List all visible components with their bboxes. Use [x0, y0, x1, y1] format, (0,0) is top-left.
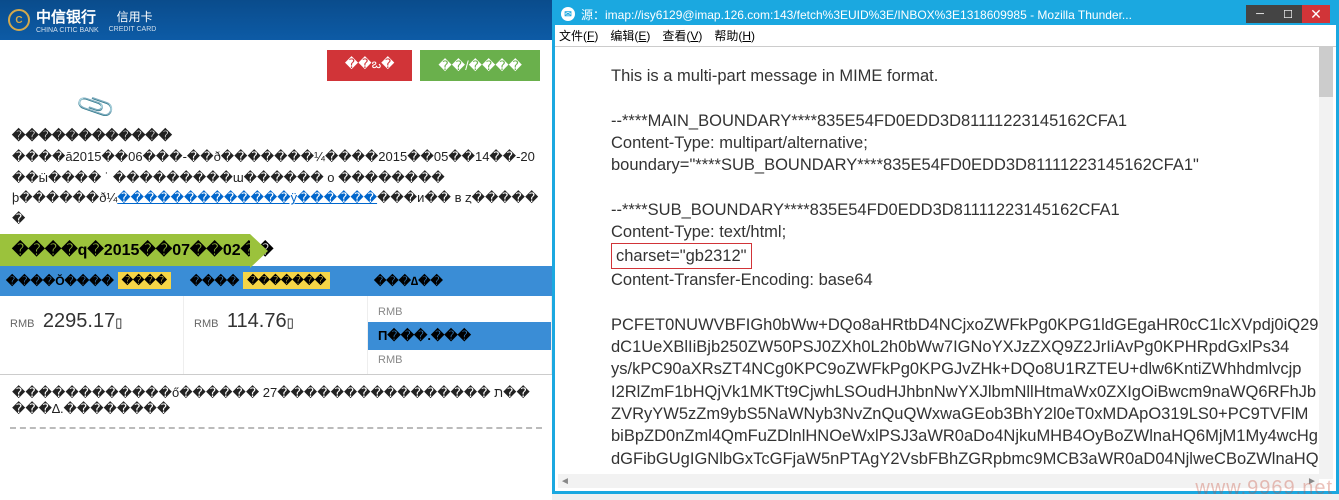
green-button[interactable]: ��/���� — [420, 50, 540, 81]
source-line: charset="gb2312" — [611, 243, 1280, 269]
col-label: ����Ŏ���� — [6, 274, 114, 288]
source-line: boundary="****SUB_BOUNDARY****835E54FD0E… — [611, 154, 1280, 176]
bank-statement-panel: C 中信银行 CHINA CITIC BANK 信用卡 CREDIT CARD … — [0, 0, 552, 500]
garbled-line: ����ā2015��06���-��ð�������¼����2015��05… — [12, 147, 540, 168]
source-line: --****MAIN_BOUNDARY****835E54FD0EDD3D811… — [611, 110, 1280, 132]
bank-name-en: CHINA CITIC BANK — [36, 27, 99, 34]
menu-bar: 文件(F) 编辑(E) 查看(V) 帮助(H) — [555, 25, 1336, 47]
source-line: This is a multi-part message in MIME for… — [611, 65, 1280, 87]
garbled-line: þ������ð¼�������������ÿ���������и�� в ȥ�… — [12, 188, 540, 230]
title-bar[interactable]: ✉ 源：imap://isy6129@imap.126.com:143/fetc… — [555, 3, 1336, 25]
source-line: dGFibGUgIGNlbGxTcGFjaW5nPTAgY2VsbFBhZGRp… — [611, 448, 1280, 470]
footer-garbled: ������������ő������ ת ����������������27… — [0, 374, 552, 427]
vertical-scrollbar[interactable] — [1319, 47, 1333, 479]
scroll-left-icon[interactable]: ◄ — [558, 474, 572, 488]
blue-strip: Π���.��� — [368, 322, 551, 350]
window-title: 源：imap://isy6129@imap.126.com:143/fetch%… — [581, 6, 1246, 23]
dotted-divider — [10, 427, 542, 429]
currency-label: RMB — [10, 318, 34, 330]
garbled-text-block: ������������ ����ā2015��06���-��ð�������… — [0, 122, 552, 234]
source-line: Content-Transfer-Encoding: base64 — [611, 269, 1280, 291]
source-line: dC1UeXBlIiBjb250ZW50PSJ0ZXh0L2h0bWw7IGNo… — [611, 336, 1280, 358]
currency-label: RMB — [378, 354, 541, 366]
source-line: biBpZD0nZml4QmFuZDlnlHNOeWxlPSJ3aWR0aDo4… — [611, 425, 1280, 447]
logo-icon: C — [8, 9, 30, 31]
currency-label: RMB — [194, 318, 218, 330]
paperclip-icon: 📎 — [74, 85, 118, 128]
title-prefix: 源： — [581, 8, 605, 22]
source-line: --****SUB_BOUNDARY****835E54FD0EDD3D8111… — [611, 199, 1280, 221]
watermark: www.9969.net — [1195, 477, 1333, 500]
source-line: I2RlZmF1bHQjVk1MKTt9Cjwh‍L‍SOudHJhbnNwYX… — [611, 381, 1280, 403]
bank-header: C 中信银行 CHINA CITIC BANK 信用卡 CREDIT CARD — [0, 0, 552, 40]
garbled-text: þ������ð¼ — [12, 190, 117, 205]
currency-label: RMB — [378, 306, 541, 318]
green-date-banner: ����q�2015��07��02�� — [0, 234, 250, 266]
values-row: RMB 2295.17▯ RMB 114.76▯ RMB Π���.��� RM… — [0, 296, 552, 374]
amount-value: 114.76 — [227, 310, 287, 332]
source-line: Content-Type: multipart/alternative; — [611, 132, 1280, 154]
col-header-3: ���∆�� — [368, 266, 552, 296]
yellow-tag: ������� — [243, 272, 330, 289]
window-controls: ─ ☐ ✕ — [1246, 5, 1330, 23]
email-source-text[interactable]: This is a multi-part message in MIME for… — [555, 47, 1336, 485]
amount-value: 2295.17 — [43, 310, 115, 332]
source-line: PCFET0NUWVBFIGh0bWw+DQo8aHRtbD4NCjxoZWFk… — [611, 314, 1280, 336]
source-line: Content-Type: text/html; — [611, 221, 1280, 243]
charset-highlight: charset="gb2312" — [611, 243, 752, 269]
action-buttons: ��ఒ� ��/���� — [0, 40, 552, 91]
title-url: imap://isy6129@imap.126.com:143/fetch%3E… — [605, 8, 1132, 22]
menu-edit[interactable]: 编辑(E) — [610, 27, 650, 44]
source-line: ZVRyYW5zZm9ybS5NaWNyb3NvZnQuQWxwaGEob3Bh… — [611, 403, 1280, 425]
maximize-button[interactable]: ☐ — [1274, 5, 1302, 23]
yellow-tag: ���� — [118, 272, 171, 289]
menu-help[interactable]: 帮助(H) — [714, 27, 755, 44]
bank-name-cn: 中信银行 — [36, 9, 96, 26]
value-cell-3: RMB Π���.��� RMB — [368, 296, 552, 374]
app-icon: ✉ — [561, 7, 575, 21]
card-label: 信用卡 — [117, 10, 153, 24]
col-label: ���� — [190, 274, 239, 288]
red-button[interactable]: ��ఒ� — [327, 50, 413, 81]
card-label-en: CREDIT CARD — [109, 26, 157, 33]
thunderbird-source-window: ✉ 源：imap://isy6129@imap.126.com:143/fetc… — [552, 0, 1339, 494]
columns-header: ����Ŏ���� ���� ���� ������� ���∆�� — [0, 266, 552, 296]
menu-file[interactable]: 文件(F) — [559, 27, 598, 44]
col-header-1: ����Ŏ���� ���� — [0, 266, 184, 296]
minimize-button[interactable]: ─ — [1246, 5, 1274, 23]
value-cell-2: RMB 114.76▯ — [184, 296, 368, 374]
garbled-line: ��ӹ���� ˙ ���������ɯ������ o �������� — [12, 168, 540, 189]
source-line: ys/kPC90aXRsZT4NCg0KPC9oZWFkPg0KPGJvZHk+… — [611, 358, 1280, 380]
close-button[interactable]: ✕ — [1302, 5, 1330, 23]
bank-logo: C 中信银行 CHINA CITIC BANK 信用卡 CREDIT CARD — [8, 6, 156, 34]
menu-view[interactable]: 查看(V) — [662, 27, 702, 44]
value-cell-1: RMB 2295.17▯ — [0, 296, 184, 374]
garbled-line: ������������ — [12, 126, 540, 147]
garbled-link[interactable]: �������������ÿ������ — [117, 190, 377, 205]
col-header-2: ���� ������� — [184, 266, 368, 296]
scroll-thumb[interactable] — [1319, 47, 1333, 97]
